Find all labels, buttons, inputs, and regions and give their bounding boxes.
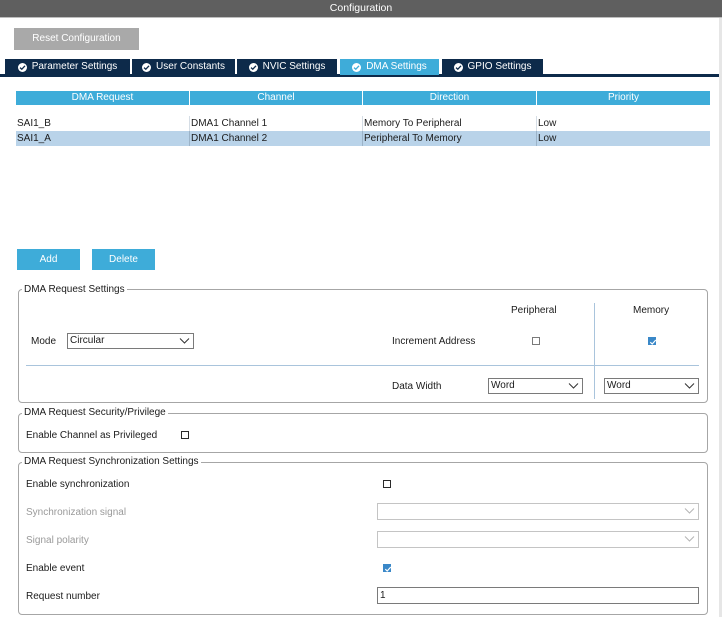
cell-priority: Low: [538, 118, 557, 129]
tab-parameter-settings[interactable]: Parameter Settings: [5, 59, 130, 75]
tab-user-constants[interactable]: User Constants: [132, 59, 235, 75]
column-header-dma-request[interactable]: DMA Request: [16, 91, 189, 105]
cell-direction: Peripheral To Memory: [363, 131, 537, 146]
tab-dma-settings[interactable]: DMA Settings: [340, 59, 439, 75]
cell-direction: Memory To Peripheral: [363, 116, 537, 131]
check-icon: [384, 566, 392, 572]
tab-gpio-settings[interactable]: GPIO Settings: [442, 59, 543, 75]
check-icon: [649, 339, 657, 345]
reset-configuration-button[interactable]: Reset Configuration: [14, 28, 139, 50]
data-width-peripheral-select[interactable]: Word: [488, 378, 583, 394]
enable-event-label: Enable event: [26, 563, 85, 574]
tab-label: GPIO Settings: [467, 61, 532, 72]
cell-priority: Low: [538, 133, 557, 144]
sync-signal-select[interactable]: [377, 503, 699, 520]
title-divider: [0, 17, 722, 18]
memory-header: Memory: [633, 305, 670, 316]
enable-sync-label: Enable synchronization: [26, 479, 130, 490]
signal-polarity-select[interactable]: [377, 531, 699, 548]
data-width-memory-value: Word: [607, 380, 631, 391]
cell-channel: DMA1 Channel 2: [190, 131, 363, 146]
check-circle-icon: [248, 62, 258, 72]
chevron-down-icon: [684, 508, 695, 514]
tab-label: Parameter Settings: [31, 61, 118, 72]
chevron-down-icon: [179, 338, 190, 344]
tab-label: NVIC Settings: [262, 61, 326, 72]
mode-label: Mode: [31, 336, 57, 347]
chevron-down-icon: [684, 383, 695, 389]
cell-request: SAI1_B: [16, 116, 190, 131]
check-circle-icon: [142, 62, 152, 72]
enable-sync-checkbox[interactable]: [383, 480, 391, 488]
table-row[interactable]: SAI1_B DMA1 Channel 1 Memory To Peripher…: [16, 116, 710, 131]
column-divider: [594, 303, 595, 399]
column-header-priority[interactable]: Priority: [537, 91, 710, 105]
tab-label: User Constants: [156, 61, 225, 72]
window-title-bar: Configuration: [0, 0, 722, 17]
check-circle-icon: [453, 62, 463, 72]
settings-divider: [26, 365, 699, 366]
tab-label: DMA Settings: [366, 61, 427, 72]
signal-polarity-label: Signal polarity: [26, 535, 89, 546]
request-number-label: Request number: [26, 591, 100, 602]
table-row-selected[interactable]: SAI1_A DMA1 Channel 2 Peripheral To Memo…: [16, 131, 710, 146]
cell-channel: DMA1 Channel 1: [190, 116, 363, 131]
column-header-direction[interactable]: Direction: [363, 91, 536, 105]
check-circle-icon: [352, 62, 362, 72]
request-number-input[interactable]: 1: [377, 587, 699, 604]
chevron-down-icon: [568, 383, 579, 389]
window-title: Configuration: [329, 2, 393, 14]
data-width-peripheral-value: Word: [491, 380, 515, 391]
privileged-checkbox[interactable]: [181, 431, 189, 439]
sync-signal-label: Synchronization signal: [26, 507, 127, 518]
enable-event-checkbox[interactable]: [383, 564, 392, 572]
group-legend: DMA Request Security/Privilege: [22, 407, 168, 419]
mode-select[interactable]: Circular: [67, 333, 194, 349]
column-header-channel[interactable]: Channel: [190, 91, 362, 105]
increment-peripheral-checkbox[interactable]: [532, 337, 540, 345]
cell-request: SAI1_A: [16, 131, 190, 146]
privileged-label: Enable Channel as Privileged: [26, 430, 158, 441]
add-button[interactable]: Add: [17, 249, 80, 270]
check-circle-icon: [17, 62, 27, 72]
chevron-down-icon: [684, 536, 695, 542]
data-width-memory-select[interactable]: Word: [604, 378, 699, 394]
increment-memory-checkbox[interactable]: [648, 337, 657, 345]
group-legend: DMA Request Settings: [22, 284, 127, 296]
tab-nvic-settings[interactable]: NVIC Settings: [237, 59, 337, 75]
peripheral-header: Peripheral: [511, 305, 557, 316]
increment-address-label: Increment Address: [392, 336, 476, 347]
mode-value: Circular: [70, 335, 105, 346]
group-legend: DMA Request Synchronization Settings: [22, 456, 201, 468]
data-width-label: Data Width: [392, 381, 442, 392]
delete-button[interactable]: Delete: [92, 249, 155, 270]
